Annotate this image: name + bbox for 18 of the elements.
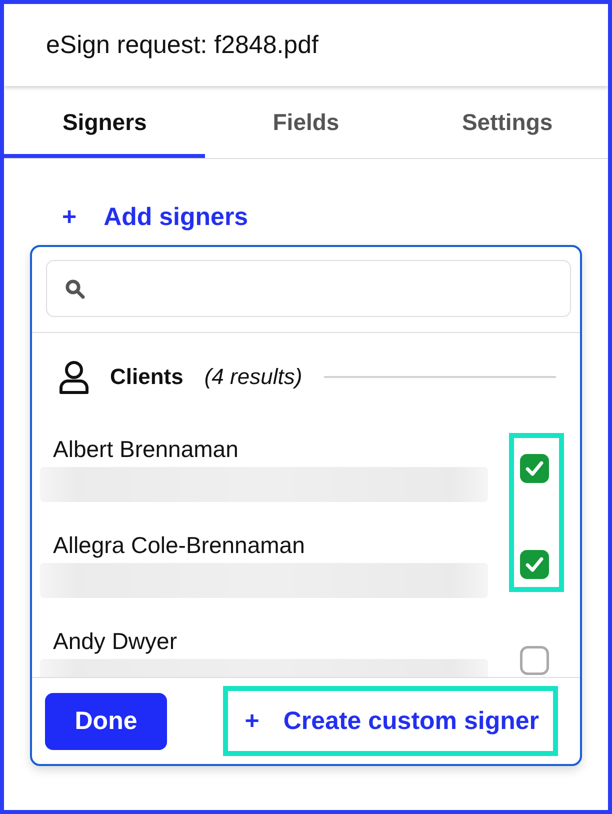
tab[interactable]: Settings: [406, 86, 608, 158]
person-icon: [58, 360, 90, 394]
dialog-title: eSign request: f2848.pdf: [46, 30, 318, 60]
create-custom-signer-button[interactable]: + Create custom signer: [222, 686, 558, 756]
add-signers-button[interactable]: + Add signers: [58, 199, 252, 235]
done-button[interactable]: Done: [45, 692, 167, 750]
search-field[interactable]: [46, 260, 571, 317]
signer-name: Andy Dwyer: [53, 628, 177, 654]
checkbox[interactable]: [520, 646, 549, 674]
tab[interactable]: Signers: [4, 86, 206, 158]
signer-name: Albert Brennaman: [53, 436, 238, 462]
checkbox[interactable]: [520, 454, 549, 482]
result-count: (4 results): [204, 364, 302, 390]
tab[interactable]: Fields: [205, 86, 407, 158]
group-label: Clients: [110, 364, 184, 390]
checkbox[interactable]: [520, 550, 549, 578]
search-icon: [65, 278, 85, 298]
signer-name: Allegra Cole-Brennaman: [53, 532, 305, 558]
